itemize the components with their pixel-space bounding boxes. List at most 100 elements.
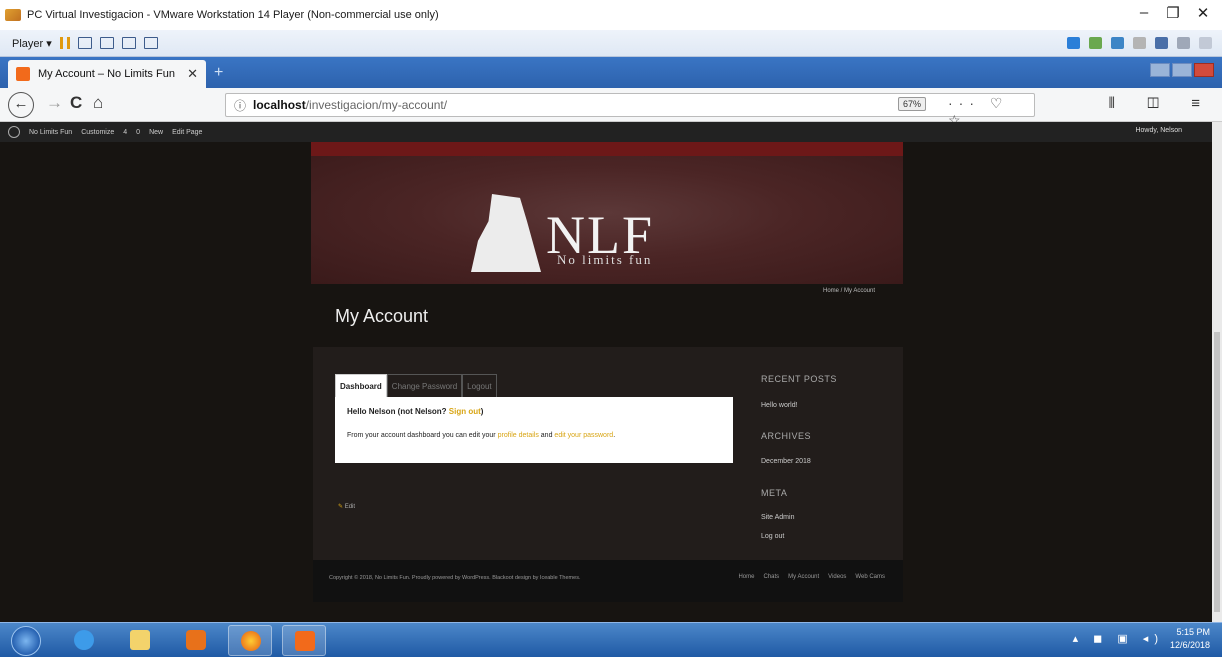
taskbar-file-explorer[interactable]: [118, 625, 162, 656]
greeting-suffix: ): [480, 407, 484, 416]
tab-change-password[interactable]: Change Password: [386, 374, 463, 398]
admin-howdy-user[interactable]: Howdy, Nelson: [1135, 127, 1182, 134]
guest-close-button[interactable]: [1194, 63, 1214, 77]
site-info-icon[interactable]: ⓘ: [234, 97, 246, 114]
new-tab-button[interactable]: +: [214, 64, 223, 82]
system-tray-icons[interactable]: ▴ ◼ ▣ ◂): [1073, 632, 1164, 645]
pause-icon[interactable]: [59, 37, 70, 49]
back-button[interactable]: ←: [8, 92, 34, 118]
footer-link-videos[interactable]: Videos: [828, 574, 846, 580]
browser-tab[interactable]: My Account – No Limits Fun ✕: [8, 60, 206, 88]
edit-label: Edit: [344, 504, 356, 510]
close-button[interactable]: ✕: [1192, 4, 1214, 22]
firefox-icon: [241, 631, 261, 651]
meta-site-admin-link[interactable]: Site Admin: [761, 514, 794, 521]
clock-time: 5:15 PM: [1176, 627, 1210, 637]
hdd-icon[interactable]: [1111, 37, 1124, 49]
page-content: NLF No limits fun Home / My Account My A…: [0, 142, 1212, 622]
full-screen-icon[interactable]: [121, 37, 136, 49]
recent-post-link[interactable]: Hello world!: [761, 402, 798, 409]
footer-nav: Home Chats My Account Videos Web Cams: [738, 574, 885, 580]
archives-heading: ARCHIVES: [761, 431, 812, 441]
footer-copyright: Copyright © 2018, No Limits Fun. Proudly…: [329, 575, 581, 581]
footer-link-my-account[interactable]: My Account: [788, 574, 819, 580]
home-button[interactable]: ⌂: [93, 93, 103, 113]
tab-logout[interactable]: Logout: [462, 374, 497, 398]
url-path: /investigacion/my-account/: [305, 98, 448, 112]
taskbar-app-orange[interactable]: [174, 625, 218, 656]
admin-updates-count[interactable]: 4: [123, 129, 127, 136]
minimize-button[interactable]: –: [1133, 4, 1155, 21]
removable-devices-icon[interactable]: [99, 37, 114, 49]
archive-link[interactable]: December 2018: [761, 458, 811, 465]
greeting-prefix: Hello Nelson (not Nelson?: [347, 407, 449, 416]
site-logo-tagline: No limits fun: [557, 252, 653, 267]
pencil-icon: ✎: [338, 504, 344, 510]
banner-top-strip: [311, 142, 903, 156]
guest-restore-button[interactable]: [1172, 63, 1192, 77]
library-sidebar-menu-icons[interactable]: ⫴ ◫ ≡: [1109, 95, 1214, 112]
admin-site-link[interactable]: No Limits Fun: [29, 129, 72, 136]
admin-customize-link[interactable]: Customize: [81, 129, 114, 136]
windows-taskbar: ▴ ◼ ▣ ◂) 5:15 PM 12/6/2018: [0, 622, 1222, 657]
wordpress-logo-icon[interactable]: [8, 126, 20, 138]
account-tabs: Dashboard Change Password Logout: [335, 374, 497, 398]
reload-button[interactable]: C: [70, 93, 82, 113]
taskbar-firefox[interactable]: [228, 625, 272, 656]
page-scrollbar[interactable]: [1212, 122, 1222, 622]
restore-button[interactable]: ❐: [1162, 4, 1184, 22]
profile-details-link[interactable]: profile details: [498, 432, 539, 439]
sound-icon[interactable]: [1155, 37, 1168, 49]
admin-edit-page-link[interactable]: Edit Page: [172, 129, 202, 136]
edit-password-link[interactable]: edit your password: [554, 432, 613, 439]
footer-link-web-cams[interactable]: Web Cams: [855, 574, 885, 580]
sign-out-link[interactable]: Sign out: [449, 407, 481, 416]
vmware-logo-icon: [5, 9, 21, 21]
send-ctrl-alt-del-icon[interactable]: [77, 37, 92, 49]
smoking-woman-silhouette: [471, 194, 541, 272]
folder-icon: [130, 630, 150, 650]
network-icon[interactable]: [1067, 37, 1080, 49]
scrollbar-thumb[interactable]: [1214, 332, 1220, 612]
message-icon[interactable]: [1199, 37, 1212, 49]
app-icon: [186, 630, 206, 650]
vm-device-icons: [1067, 37, 1212, 49]
dash-suffix: .: [613, 432, 616, 439]
admin-new-link[interactable]: New: [149, 129, 163, 136]
breadcrumb[interactable]: Home / My Account: [823, 288, 875, 294]
dash-prefix: From your account dashboard you can edit…: [347, 432, 498, 439]
greeting-text: Hello Nelson (not Nelson? Sign out): [347, 407, 483, 416]
taskbar-internet-explorer[interactable]: [62, 625, 106, 656]
tab-title: My Account – No Limits Fun: [38, 68, 175, 80]
forward-button[interactable]: →: [46, 93, 63, 113]
unity-icon[interactable]: [143, 37, 158, 49]
clock-date: 12/6/2018: [1169, 640, 1210, 650]
tab-dashboard[interactable]: Dashboard: [335, 374, 387, 398]
url-bar[interactable]: ⓘ localhost /investigacion/my-account/ 6…: [225, 93, 1035, 128]
meta-log-out-link[interactable]: Log out: [761, 533, 784, 540]
url-host: localhost: [253, 98, 306, 112]
tab-close-icon[interactable]: ✕: [187, 66, 198, 82]
usb-icon[interactable]: [1089, 37, 1102, 49]
footer-link-chats[interactable]: Chats: [763, 574, 779, 580]
zoom-indicator[interactable]: 67%: [898, 97, 927, 111]
vmware-toolbar: Player ▾: [0, 30, 1222, 57]
printer-icon[interactable]: [1133, 37, 1146, 49]
player-menu[interactable]: Player ▾: [12, 37, 52, 50]
dashboard-description: From your account dashboard you can edit…: [347, 432, 615, 439]
taskbar-clock[interactable]: 5:15 PM 12/6/2018: [1170, 626, 1210, 652]
cd-icon[interactable]: [1177, 37, 1190, 49]
edit-page-link[interactable]: ✎ Edit: [338, 503, 355, 510]
wp-admin-bar: No Limits Fun Customize 4 0 New Edit Pag…: [0, 122, 1212, 142]
site-footer: Copyright © 2018, No Limits Fun. Proudly…: [313, 560, 903, 602]
taskbar-xampp[interactable]: [282, 625, 326, 656]
vmware-title-bar: PC Virtual Investigacion - VMware Workst…: [0, 0, 1222, 30]
guest-window-controls: [1150, 63, 1214, 77]
guest-minimize-button[interactable]: [1150, 63, 1170, 77]
start-button[interactable]: [11, 626, 41, 656]
xampp-icon: [295, 631, 315, 651]
footer-link-home[interactable]: Home: [738, 574, 754, 580]
admin-comments-count[interactable]: 0: [136, 129, 140, 136]
meta-heading: META: [761, 488, 788, 498]
page-title: My Account: [335, 306, 429, 326]
